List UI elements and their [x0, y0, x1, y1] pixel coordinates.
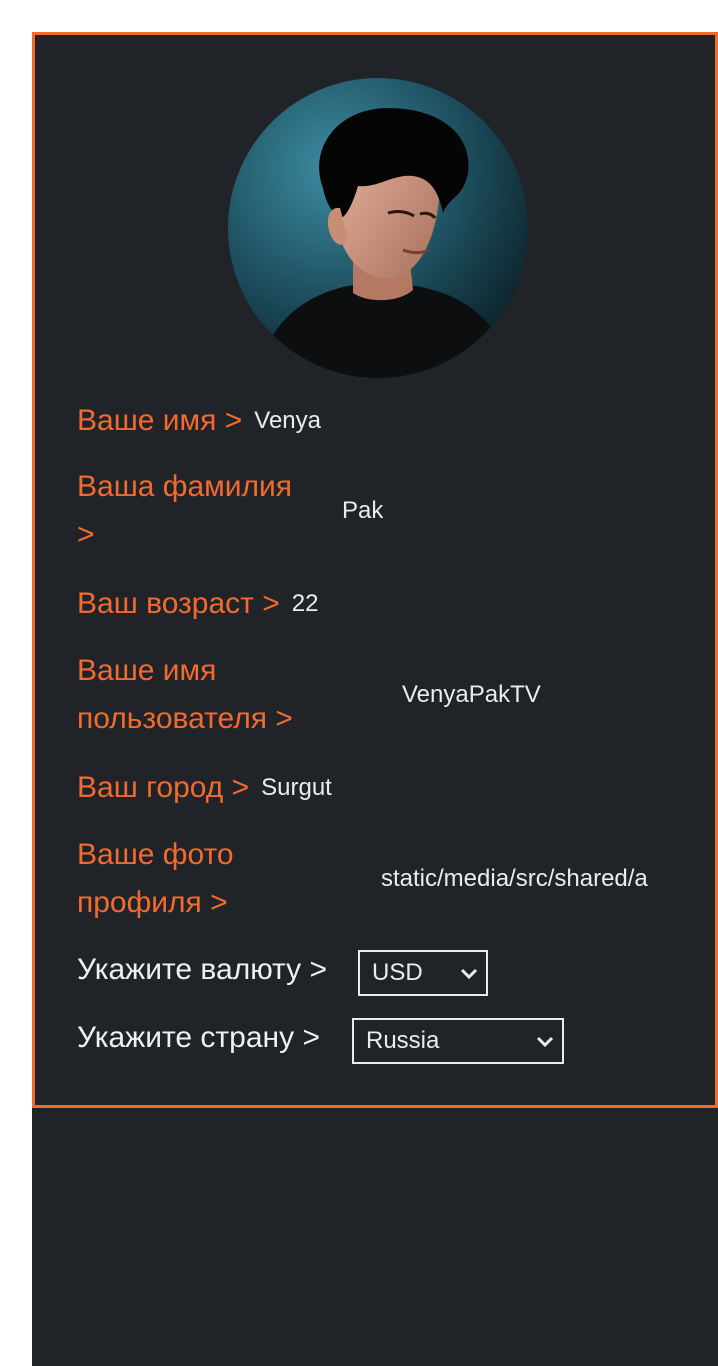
profile-card: Ваше имя > Venya Ваша фамилия > Pak Ваш …: [32, 32, 718, 1108]
chevron-down-icon: [460, 959, 478, 987]
city-value: Surgut: [261, 774, 332, 801]
age-row: Ваш возраст > 22: [77, 580, 318, 628]
country-label: Укажите страну >: [77, 1021, 320, 1054]
age-value: 22: [291, 590, 319, 617]
city-label: Ваш город >: [77, 771, 250, 804]
profile-avatar: [228, 78, 528, 378]
name-value: Venya: [254, 407, 321, 434]
chevron-down-icon: [536, 1027, 554, 1055]
surname-row: Ваша фамилия > Pak: [77, 463, 383, 559]
currency-label: Укажите валюту >: [77, 953, 327, 986]
photo-label-line1: Ваше фото: [77, 838, 234, 871]
currency-row: Укажите валюту >: [77, 950, 327, 990]
photo-label: Ваше фото профиля >: [77, 831, 381, 927]
name-label: Ваше имя >: [77, 404, 243, 437]
country-select[interactable]: Russia: [352, 1018, 564, 1064]
username-row: Ваше имя пользователя > VenyaPakTV: [77, 647, 541, 743]
currency-selected-value: USD: [372, 959, 423, 986]
country-row: Укажите страну >: [77, 1018, 320, 1058]
age-label: Ваш возраст >: [77, 587, 280, 620]
username-label: Ваше имя пользователя >: [77, 647, 402, 743]
username-value: VenyaPakTV: [402, 681, 541, 708]
username-label-line2: пользователя >: [77, 702, 293, 735]
currency-select[interactable]: USD: [358, 950, 488, 996]
name-row: Ваше имя > Venya: [77, 397, 321, 445]
avatar-image: [228, 78, 528, 378]
photo-value: static/media/src/shared/a: [381, 865, 648, 892]
country-selected-value: Russia: [366, 1027, 440, 1054]
photo-label-line2: профиля >: [77, 886, 228, 919]
surname-label: Ваша фамилия >: [77, 463, 342, 559]
photo-row: Ваше фото профиля > static/media/src/sha…: [77, 831, 674, 927]
surname-value: Pak: [342, 497, 384, 524]
surname-label-line2: >: [77, 518, 95, 551]
username-label-line1: Ваше имя: [77, 654, 217, 687]
city-row: Ваш город > Surgut: [77, 764, 332, 812]
surname-label-line1: Ваша фамилия: [77, 470, 293, 503]
